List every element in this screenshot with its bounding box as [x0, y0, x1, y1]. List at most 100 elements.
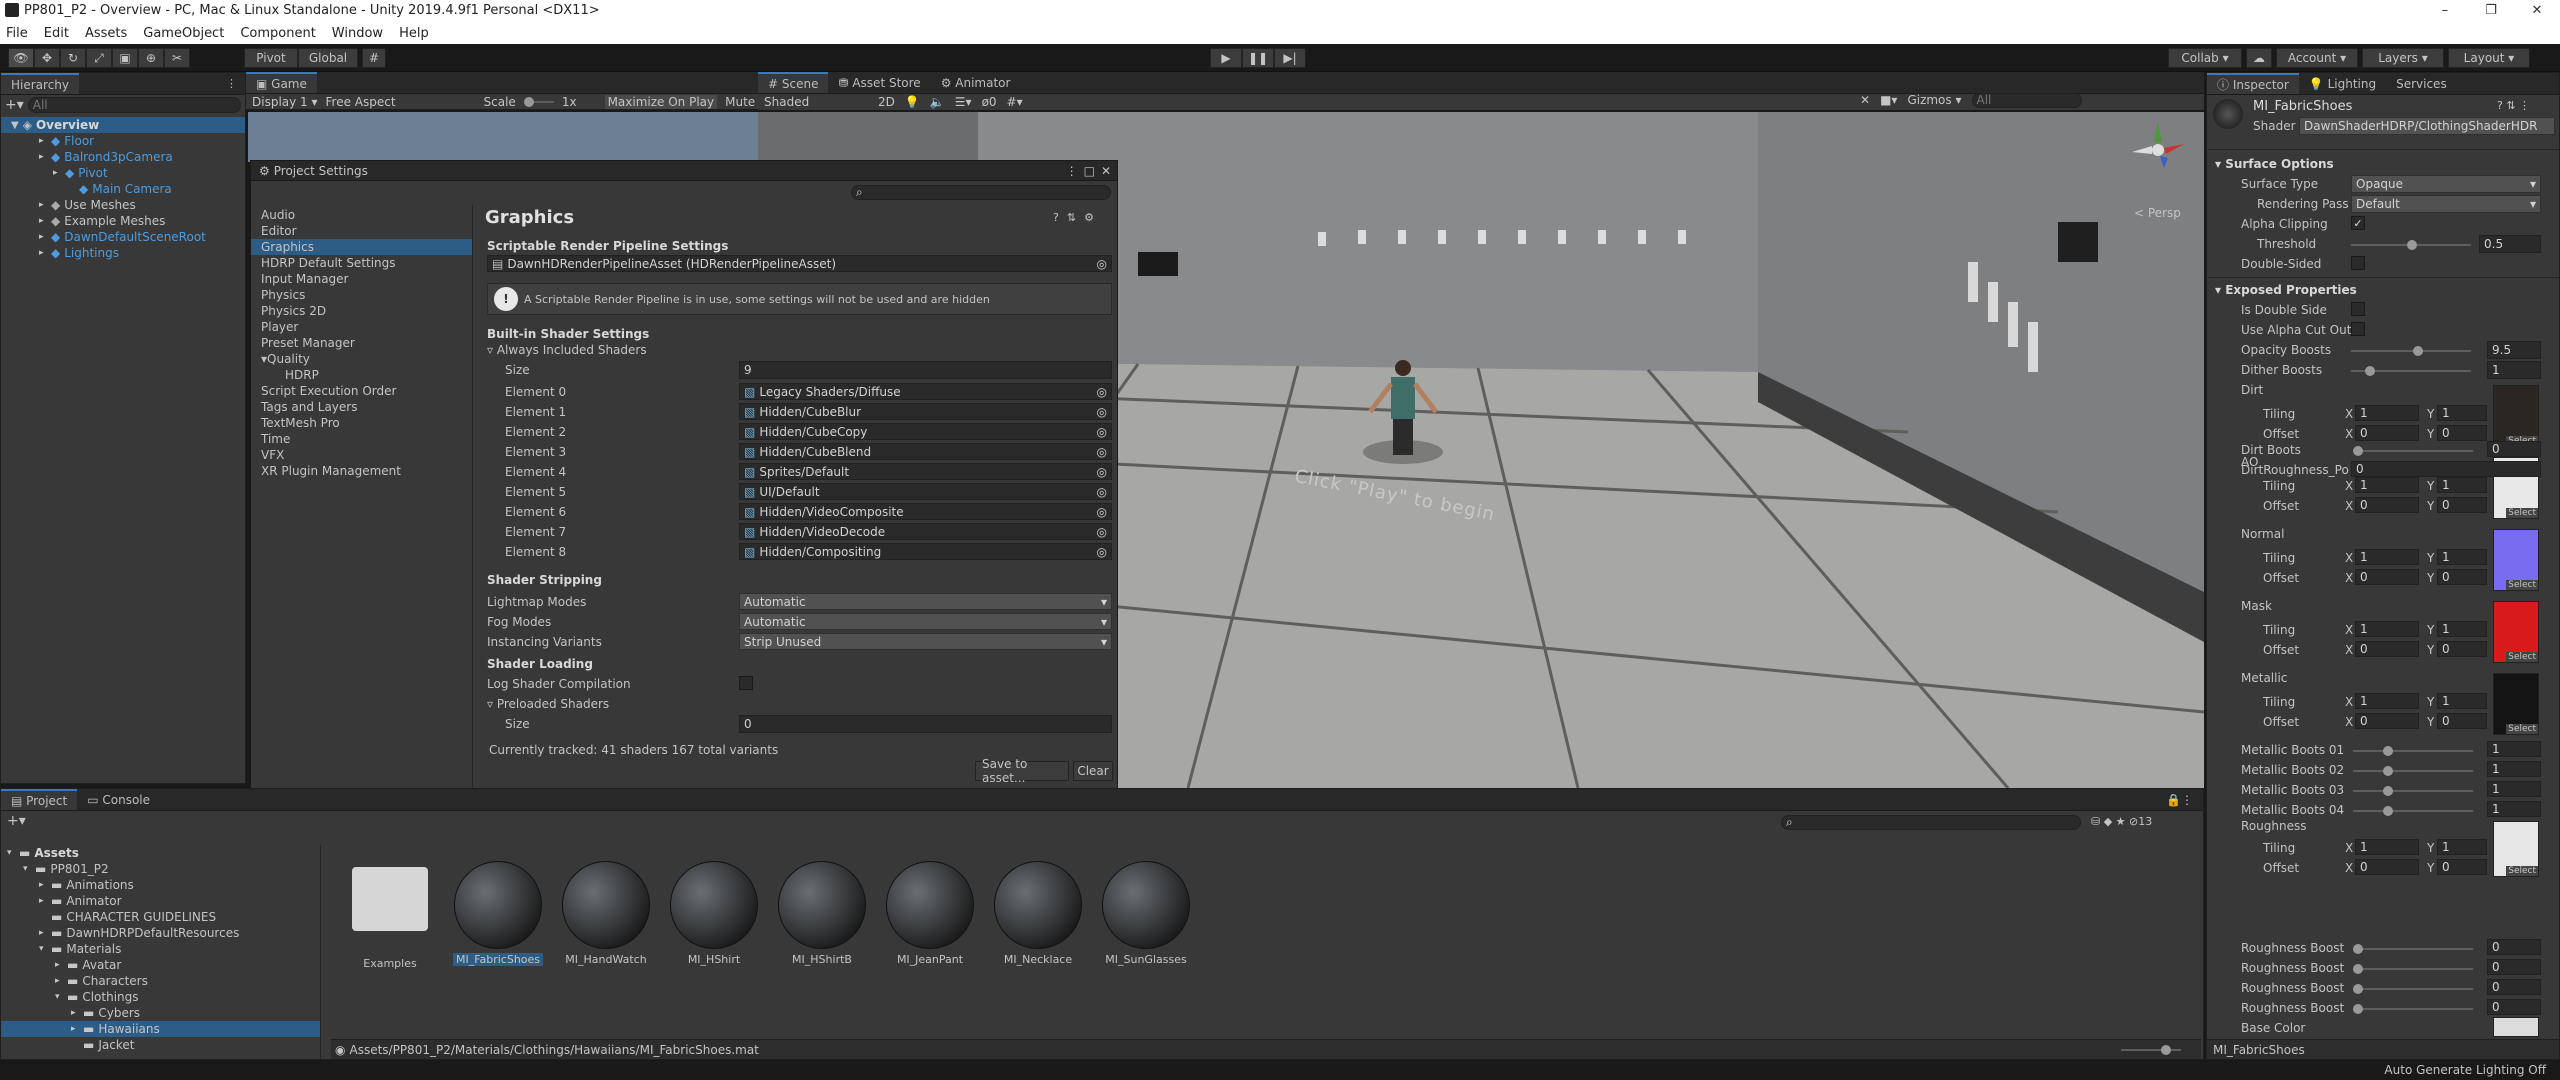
menu-window[interactable]: Window — [332, 26, 383, 41]
menu-file[interactable]: File — [6, 26, 28, 41]
tab-scene[interactable]: # Scene — [758, 72, 829, 93]
object-picker-icon[interactable]: ◎ — [1097, 257, 1107, 271]
menu-component[interactable]: Component — [240, 26, 315, 41]
roughness-boost-field[interactable]: 0 — [2487, 999, 2541, 1015]
object-picker-icon[interactable]: ◎ — [1097, 425, 1107, 439]
hierarchy-item[interactable]: ▸ ◆ Floor — [1, 133, 245, 149]
effects-dropdown-icon[interactable]: ☰▾ — [955, 95, 972, 109]
project-tree-item[interactable]: ▸ ▬ Cybers — [1, 1005, 320, 1021]
texture-thumbnail[interactable]: Select — [2493, 529, 2539, 591]
x-field[interactable]: 0 — [2355, 497, 2419, 513]
object-picker-icon[interactable]: ◎ — [1097, 505, 1107, 519]
select-label[interactable]: Select — [2506, 724, 2538, 734]
panel-menu-icon[interactable]: ⋮ — [226, 77, 237, 90]
rendering-pass-dropdown[interactable]: Default ▾ — [2351, 195, 2541, 213]
inspector-header-icons[interactable]: ? ⇅ ⋮ — [2497, 99, 2530, 112]
select-label[interactable]: Select — [2506, 652, 2538, 662]
select-label[interactable]: Select — [2506, 508, 2538, 518]
asset-tile[interactable]: MI_HShirtB — [773, 861, 871, 966]
grid-snap-icon[interactable]: # — [362, 48, 386, 68]
hierarchy-item[interactable]: ▸ ◆ Example Meshes — [1, 213, 245, 229]
x-field[interactable]: 0 — [2355, 859, 2419, 875]
roughness-boost-slider[interactable] — [2353, 944, 2473, 954]
y-field[interactable]: 1 — [2437, 477, 2487, 493]
threshold-slider[interactable] — [2351, 240, 2471, 250]
project-tree-item[interactable]: ▸ ▬ Characters — [1, 973, 320, 989]
preloaded-foldout[interactable]: ▿ Preloaded Shaders — [487, 697, 609, 711]
hidden-objects-icon[interactable]: ø0 — [982, 95, 997, 109]
tab-project[interactable]: ▤ Project — [1, 789, 78, 810]
aspect-dropdown[interactable]: Free Aspect — [326, 95, 476, 109]
object-picker-icon[interactable]: ◎ — [1097, 485, 1107, 499]
srp-asset-field[interactable]: ▤ DawnHDRenderPipelineAsset (HDRenderPip… — [487, 255, 1112, 272]
shader-object-field[interactable]: ▧ Hidden/CubeCopy ◎ — [739, 423, 1112, 440]
x-field[interactable]: 1 — [2355, 839, 2419, 855]
collab-dropdown[interactable]: Collab ▾ — [2168, 48, 2242, 68]
settings-nav-item[interactable]: XR Plugin Management — [251, 463, 472, 479]
dither-boosts-slider[interactable] — [2351, 366, 2471, 376]
settings-nav-item[interactable]: Graphics — [251, 239, 472, 255]
minimize-button[interactable]: – — [2422, 0, 2468, 22]
close-button[interactable]: ✕ — [2514, 0, 2560, 22]
expand-arrow-icon[interactable]: ▸ — [71, 1024, 83, 1034]
object-picker-icon[interactable]: ◎ — [1097, 465, 1107, 479]
audio-toggle-icon[interactable]: 🔈 — [930, 95, 945, 109]
object-picker-icon[interactable]: ◎ — [1097, 525, 1107, 539]
use-alpha-cutout-checkbox[interactable] — [2351, 322, 2365, 336]
y-field[interactable]: 0 — [2437, 713, 2487, 729]
settings-nav-item[interactable]: VFX — [251, 447, 472, 463]
select-label[interactable]: Select — [2506, 580, 2538, 590]
settings-nav-item[interactable]: Audio — [251, 207, 472, 223]
asset-tile[interactable]: MI_SunGlasses — [1097, 861, 1195, 966]
scene-gizmo-icon[interactable] — [2128, 118, 2188, 178]
select-label[interactable]: Select — [2506, 866, 2538, 876]
metallic-boots-slider[interactable] — [2353, 806, 2473, 816]
menu-help[interactable]: Help — [399, 26, 429, 41]
double-sided-checkbox[interactable] — [2351, 256, 2365, 270]
project-tree-item[interactable]: ▸ ▬ DawnHDRPDefaultResources — [1, 925, 320, 941]
object-picker-icon[interactable]: ◎ — [1097, 405, 1107, 419]
y-field[interactable]: 1 — [2437, 549, 2487, 565]
window-menu-icon[interactable]: ⋮ — [1066, 164, 1078, 178]
grid-dropdown-icon[interactable]: #▾ — [1007, 95, 1023, 109]
project-tree-item[interactable]: ▸ ▬ Hawaiians — [1, 1021, 320, 1037]
metallic-boots-field[interactable]: 1 — [2487, 741, 2541, 757]
global-toggle[interactable]: Global — [298, 48, 358, 68]
tab-inspector[interactable]: ⓘ Inspector — [2207, 73, 2299, 94]
tab-lighting[interactable]: 💡 Lighting — [2299, 73, 2386, 94]
dirt-roughness-field[interactable]: 0 — [2351, 461, 2541, 477]
dirt-boots-slider[interactable] — [2353, 446, 2473, 456]
y-field[interactable]: 0 — [2437, 859, 2487, 875]
project-add-icon[interactable]: +▾ — [7, 813, 26, 829]
expand-arrow-icon[interactable]: ▾ — [23, 864, 35, 874]
shader-object-field[interactable]: ▧ Hidden/CubeBlur ◎ — [739, 403, 1112, 420]
metallic-boots-slider[interactable] — [2353, 766, 2473, 776]
expand-arrow-icon[interactable]: ▸ — [39, 200, 49, 210]
y-field[interactable]: 0 — [2437, 497, 2487, 513]
scene-search-input[interactable]: All — [1971, 92, 2082, 108]
hierarchy-search-input[interactable]: All — [27, 97, 241, 113]
x-field[interactable]: 1 — [2355, 621, 2419, 637]
is-double-side-checkbox[interactable] — [2351, 302, 2365, 316]
pivot-toggle[interactable]: Pivot — [244, 48, 298, 68]
stripping-dropdown[interactable]: Automatic ▾ — [739, 613, 1112, 630]
project-tree-item[interactable]: ▸ ▬ Animations — [1, 877, 320, 893]
mode-2d-toggle[interactable]: 2D — [878, 95, 895, 109]
settings-nav-item[interactable]: Physics — [251, 287, 472, 303]
always-included-foldout[interactable]: ▿ Always Included Shaders — [487, 343, 647, 357]
window-maximize-icon[interactable]: □ — [1084, 164, 1095, 178]
menu-edit[interactable]: Edit — [44, 26, 69, 41]
preloaded-size-field[interactable]: 0 — [739, 715, 1112, 733]
shader-object-field[interactable]: ▧ Hidden/VideoComposite ◎ — [739, 503, 1112, 520]
shader-object-field[interactable]: ▧ Hidden/Compositing ◎ — [739, 543, 1112, 560]
y-field[interactable]: 0 — [2437, 425, 2487, 441]
roughness-boost-field[interactable]: 0 — [2487, 959, 2541, 975]
project-filter-icons[interactable]: ⛁ ◆ ★ ⊘13 — [2091, 815, 2152, 828]
tab-hierarchy[interactable]: Hierarchy — [1, 73, 80, 94]
window-close-icon[interactable]: ✕ — [1101, 164, 1111, 178]
alpha-clipping-checkbox[interactable]: ✓ — [2351, 216, 2365, 230]
tab-animator[interactable]: ⚙ Animator — [931, 72, 1021, 93]
project-tree-item[interactable]: ▾ ▬ Materials — [1, 941, 320, 957]
tab-services[interactable]: Services — [2386, 73, 2457, 94]
pause-button[interactable]: ❚❚ — [1242, 48, 1274, 68]
